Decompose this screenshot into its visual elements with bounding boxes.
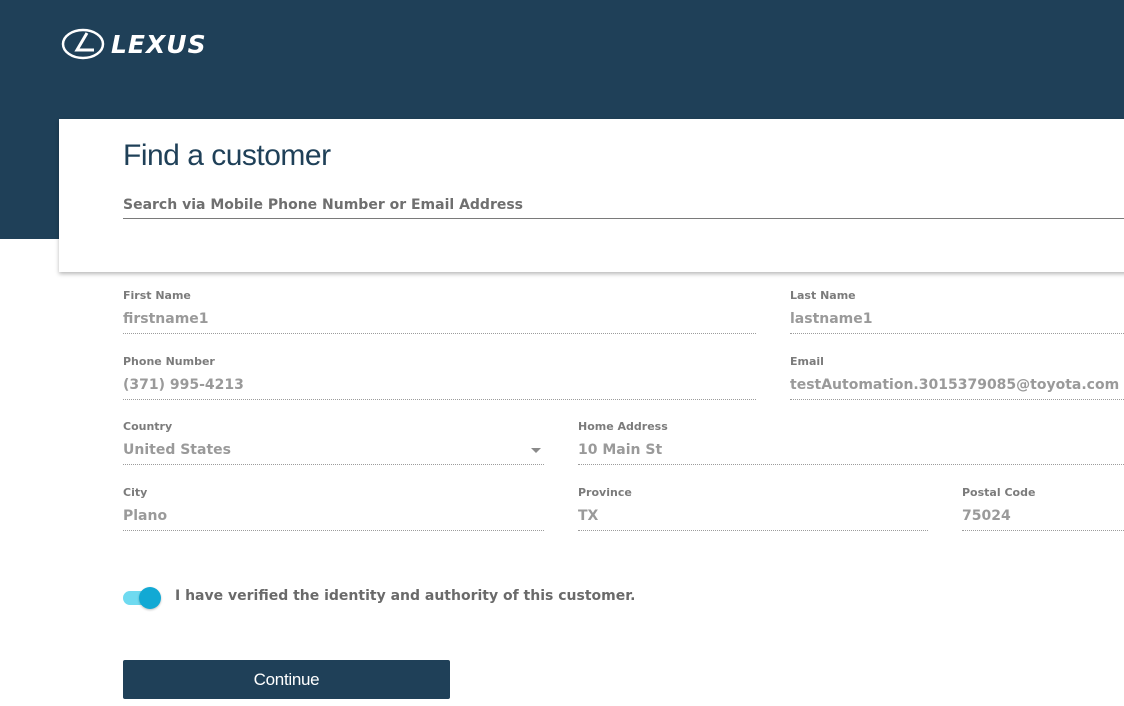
city-value[interactable]: Plano [123, 507, 544, 531]
find-customer-card: Find a customer [59, 119, 1124, 272]
province-value[interactable]: TX [578, 507, 928, 531]
email-value[interactable]: testAutomation.3015379085@toyota.com [790, 376, 1124, 400]
first-name-field[interactable]: First Name firstname1 [123, 289, 756, 334]
postal-code-field[interactable]: Postal Code 75024 [962, 486, 1124, 531]
verify-label: I have verified the identity and authori… [175, 588, 636, 604]
last-name-value[interactable]: lastname1 [790, 310, 1124, 334]
search-input[interactable] [123, 192, 1124, 219]
email-field[interactable]: Email testAutomation.3015379085@toyota.c… [790, 355, 1124, 400]
home-address-label: Home Address [578, 420, 668, 433]
continue-button[interactable]: Continue [123, 660, 450, 699]
header-band [0, 119, 59, 239]
postal-code-label: Postal Code [962, 486, 1036, 499]
country-label: Country [123, 420, 173, 433]
home-address-value[interactable]: 10 Main St [578, 441, 1124, 465]
city-label: City [123, 486, 148, 499]
first-name-value[interactable]: firstname1 [123, 310, 756, 334]
phone-value[interactable]: (371) 995-4213 [123, 376, 756, 400]
phone-field[interactable]: Phone Number (371) 995-4213 [123, 355, 756, 400]
last-name-label: Last Name [790, 289, 856, 302]
postal-code-value[interactable]: 75024 [962, 507, 1124, 531]
city-field[interactable]: City Plano [123, 486, 544, 531]
province-field[interactable]: Province TX [578, 486, 928, 531]
lexus-logo[interactable]: LEXUS [61, 28, 207, 60]
page-title: Find a customer [123, 139, 331, 172]
chevron-down-icon[interactable] [531, 448, 541, 453]
phone-label: Phone Number [123, 355, 215, 368]
verify-toggle[interactable] [123, 587, 161, 609]
toggle-knob[interactable] [139, 587, 161, 609]
last-name-field[interactable]: Last Name lastname1 [790, 289, 1124, 334]
home-address-field[interactable]: Home Address 10 Main St [578, 420, 1124, 465]
brand-wordmark: LEXUS [111, 29, 207, 59]
country-value[interactable]: United States [123, 441, 544, 465]
first-name-label: First Name [123, 289, 191, 302]
lexus-logo-icon [61, 28, 105, 60]
country-select[interactable]: Country United States [123, 420, 544, 465]
email-label: Email [790, 355, 824, 368]
province-label: Province [578, 486, 632, 499]
